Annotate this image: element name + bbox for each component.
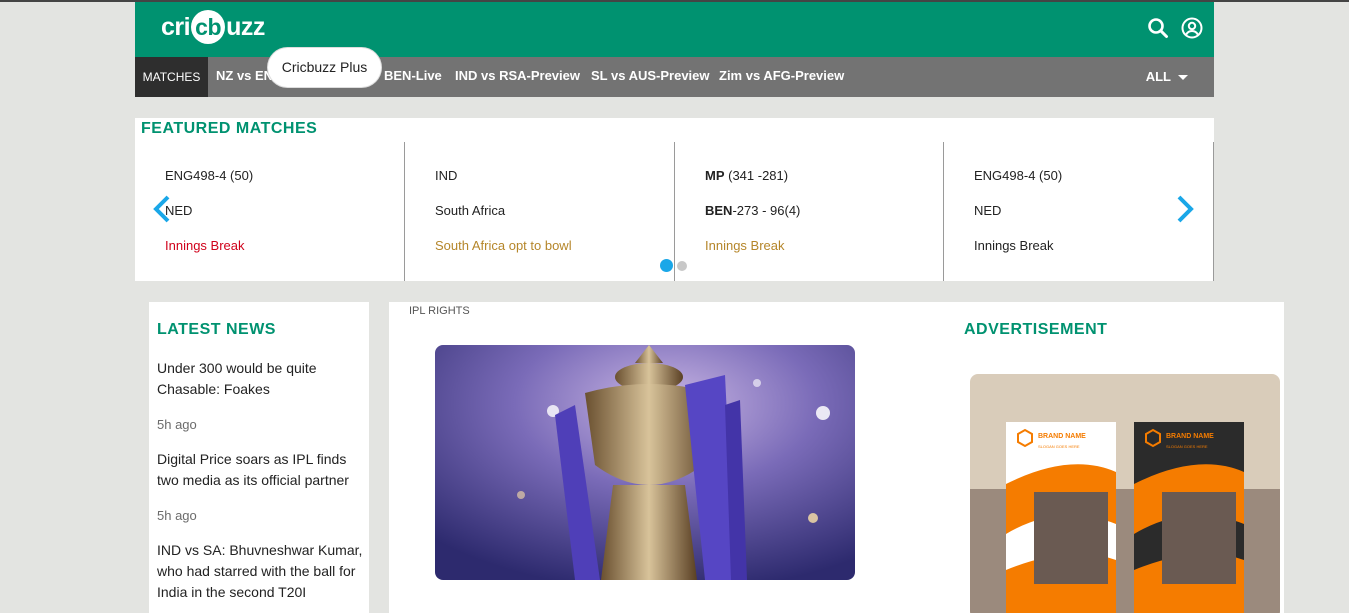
news-timestamp: 5h ago <box>157 508 197 523</box>
carousel-dot-active[interactable] <box>660 259 673 272</box>
ad-brand-name: BRAND NAME <box>1166 433 1214 440</box>
team-score: (341 -281) <box>724 168 789 183</box>
team-name: BEN <box>705 203 733 218</box>
match-status: Innings Break <box>165 238 245 253</box>
latest-news-title: LATEST NEWS <box>157 321 276 338</box>
nav-item-zim-vs-afg[interactable]: Zim vs AFG-Preview <box>719 57 844 97</box>
match-score-line: ENG498-4 (50) <box>165 168 254 183</box>
carousel-dot[interactable] <box>677 260 687 271</box>
match-status: Innings Break <box>974 238 1054 253</box>
cricbuzz-plus-tooltip: Cricbuzz Plus <box>268 48 381 87</box>
match-team-line: IND <box>435 168 458 183</box>
ad-slogan: SLOGAN GOES HERE <box>1166 444 1208 449</box>
match-team-line: NED <box>974 203 1002 218</box>
nav-item-ben-live[interactable]: BEN-Live <box>384 57 442 97</box>
ad-slogan: SLOGAN GOES HERE <box>1038 444 1080 449</box>
ipl-trophy-image[interactable] <box>435 345 855 580</box>
match-status: Innings Break <box>705 238 785 253</box>
nav-matches-tab[interactable]: MATCHES <box>135 57 208 97</box>
featured-matches: FEATURED MATCHES ENG498-4 (50) NED Innin… <box>135 118 1214 281</box>
section-label: IPL RIGHTS <box>409 305 470 317</box>
chevron-right-icon[interactable] <box>1174 194 1196 224</box>
match-card[interactable]: IND South Africa South Africa opt to bow… <box>405 142 675 281</box>
search-icon[interactable] <box>1146 16 1170 40</box>
user-circle-icon[interactable] <box>1180 16 1204 40</box>
nav-item-ind-vs-rsa[interactable]: IND vs RSA-Preview <box>455 57 580 97</box>
news-timestamp: 5h ago <box>157 417 197 432</box>
logo-text-pre: cri <box>161 12 191 41</box>
logo-text-circle: cb <box>191 10 226 44</box>
ad-brand-name: BRAND NAME <box>1038 433 1086 440</box>
nav-all-label: ALL <box>1145 69 1171 84</box>
chevron-left-icon[interactable] <box>151 194 173 224</box>
advertisement-banner[interactable]: BRAND NAME SLOGAN GOES HERE BRAND NAME S… <box>970 374 1280 613</box>
news-headline[interactable]: Digital Price soars as IPL finds two med… <box>157 449 363 491</box>
team-score: -273 - 96(4) <box>732 203 801 218</box>
carousel-dots <box>660 259 692 272</box>
nav-all-dropdown[interactable]: ALL <box>1146 57 1188 97</box>
team-name: MP <box>705 168 725 183</box>
logo-text-post: uzz <box>226 12 265 41</box>
cricbuzz-logo[interactable]: cri cb uzz <box>161 10 265 44</box>
chevron-down-icon <box>1178 75 1188 81</box>
match-card[interactable]: ENG498-4 (50) NED Innings Break <box>135 142 405 281</box>
news-headline[interactable]: IND vs SA: Bhuvneshwar Kumar, who had st… <box>157 540 363 603</box>
featured-matches-title: FEATURED MATCHES <box>141 120 318 137</box>
news-headline[interactable]: Under 300 would be quite Chasable: Foake… <box>157 358 363 400</box>
advertisement-title: ADVERTISEMENT <box>964 321 1108 338</box>
match-card[interactable]: MP (341 -281) BEN-273 - 96(4) Innings Br… <box>675 142 944 281</box>
main-content: IPL RIGHTS ADVERTISEMENT BRAND NAME SLOG… <box>389 302 1284 613</box>
match-status: South Africa opt to bowl <box>435 238 572 253</box>
match-score-line: BEN-273 - 96(4) <box>705 203 800 218</box>
brochure-ad-image <box>970 374 1280 613</box>
nav-item-sl-vs-aus[interactable]: SL vs AUS-Preview <box>591 57 710 97</box>
match-team-line: South Africa <box>435 203 506 218</box>
match-score-line: MP (341 -281) <box>705 168 788 183</box>
latest-news-panel: LATEST NEWS Under 300 would be quite Cha… <box>149 302 369 613</box>
match-score-line: ENG498-4 (50) <box>974 168 1063 183</box>
